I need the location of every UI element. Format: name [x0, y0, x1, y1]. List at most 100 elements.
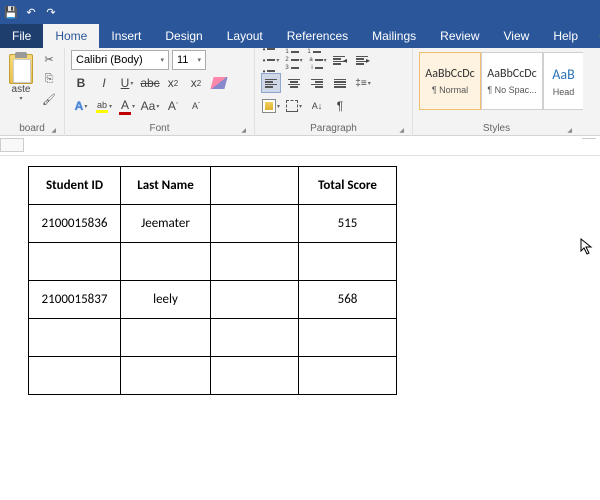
align-center-button[interactable]: [284, 73, 304, 93]
tab-insert[interactable]: Insert: [99, 24, 153, 48]
superscript-button[interactable]: x2: [186, 73, 206, 93]
underline-button[interactable]: U: [117, 73, 137, 93]
ribbon-tabs: File Home Insert Design Layout Reference…: [0, 24, 600, 48]
table-row[interactable]: 2100015836 Jeemater 515: [29, 205, 397, 243]
cell[interactable]: 2100015836: [29, 205, 121, 243]
table-header-row[interactable]: Student ID Last Name Total Score: [29, 167, 397, 205]
tell-me-icon[interactable]: 💡: [596, 31, 600, 48]
style-heading1[interactable]: AaB Head: [543, 52, 583, 110]
style-no-spacing[interactable]: AaBbCcDc ¶ No Spac...: [481, 52, 543, 110]
font-size-value: 11: [177, 54, 188, 66]
table-row[interactable]: 2100015837 leely 568: [29, 281, 397, 319]
cell[interactable]: [211, 319, 299, 357]
cell[interactable]: [29, 357, 121, 395]
ruler[interactable]: [0, 136, 600, 156]
numbering-button[interactable]: 123: [284, 50, 304, 70]
header-total-score[interactable]: Total Score: [299, 167, 397, 205]
style-preview: AaBbCcDc: [487, 67, 536, 81]
table-row[interactable]: [29, 357, 397, 395]
paint-bucket-icon: [262, 99, 276, 113]
format-painter-button[interactable]: 🖌: [40, 90, 58, 108]
tab-mailings[interactable]: Mailings: [360, 24, 428, 48]
italic-button[interactable]: I: [94, 73, 114, 93]
decrease-indent-button[interactable]: ◂: [330, 50, 350, 70]
cell[interactable]: [299, 319, 397, 357]
tab-help[interactable]: Help: [541, 24, 590, 48]
multilevel-list-button[interactable]: 1ai: [307, 50, 327, 70]
cell[interactable]: [29, 319, 121, 357]
header-last-name[interactable]: Last Name: [121, 167, 211, 205]
cell[interactable]: [121, 319, 211, 357]
table-row[interactable]: [29, 319, 397, 357]
font-name-combo[interactable]: Calibri (Body)▾: [71, 50, 169, 70]
cell[interactable]: 2100015837: [29, 281, 121, 319]
paste-icon: [9, 54, 33, 84]
paste-label: aste: [12, 84, 31, 95]
line-spacing-button[interactable]: ‡≡: [353, 73, 373, 93]
table-row[interactable]: [29, 243, 397, 281]
cell[interactable]: [211, 281, 299, 319]
cell[interactable]: leely: [121, 281, 211, 319]
undo-icon[interactable]: ↶: [24, 5, 38, 19]
text-effects-button[interactable]: A: [71, 96, 91, 116]
increase-indent-button[interactable]: ▸: [353, 50, 373, 70]
style-name-label: ¶ No Spac...: [487, 85, 536, 95]
align-left-button[interactable]: [261, 73, 281, 93]
group-label-clipboard: board: [6, 121, 58, 136]
shading-button[interactable]: [261, 96, 281, 116]
cell[interactable]: [29, 243, 121, 281]
group-paragraph: 123 1ai ◂ ▸ ‡≡ A↓ ¶ Paragraph: [255, 48, 413, 136]
style-preview: AaB: [552, 66, 574, 83]
align-right-button[interactable]: [307, 73, 327, 93]
header-blank[interactable]: [211, 167, 299, 205]
clear-formatting-button[interactable]: [209, 73, 229, 93]
group-label-paragraph: Paragraph: [261, 121, 406, 136]
sort-button[interactable]: A↓: [307, 96, 327, 116]
header-student-id[interactable]: Student ID: [29, 167, 121, 205]
font-color-button[interactable]: A: [117, 96, 137, 116]
style-name-label: ¶ Normal: [432, 85, 468, 95]
highlight-button[interactable]: ab: [94, 96, 114, 116]
grow-font-button[interactable]: Aˆ: [163, 96, 183, 116]
subscript-button[interactable]: x2: [163, 73, 183, 93]
bold-button[interactable]: B: [71, 73, 91, 93]
style-preview: AaBbCcDc: [425, 67, 474, 81]
cell[interactable]: 515: [299, 205, 397, 243]
bullets-button[interactable]: [261, 50, 281, 70]
redo-icon[interactable]: ↷: [44, 5, 58, 19]
change-case-button[interactable]: Aa: [140, 96, 160, 116]
tab-design[interactable]: Design: [153, 24, 214, 48]
show-hide-button[interactable]: ¶: [330, 96, 350, 116]
tab-home[interactable]: Home: [43, 24, 99, 48]
cell[interactable]: [211, 357, 299, 395]
tab-selector[interactable]: [0, 138, 24, 152]
cell[interactable]: [121, 243, 211, 281]
cell[interactable]: [299, 357, 397, 395]
cell[interactable]: [299, 243, 397, 281]
quick-access-toolbar: 💾 ↶ ↷: [0, 0, 600, 24]
eraser-icon: [210, 77, 227, 89]
tab-references[interactable]: References: [275, 24, 360, 48]
shrink-font-button[interactable]: Aˇ: [186, 96, 206, 116]
cut-button[interactable]: ✂: [40, 50, 58, 68]
paste-button[interactable]: aste ▾: [6, 50, 36, 121]
save-icon[interactable]: 💾: [4, 5, 18, 19]
cell[interactable]: [121, 357, 211, 395]
tab-view[interactable]: View: [492, 24, 542, 48]
document-table[interactable]: Student ID Last Name Total Score 2100015…: [28, 166, 397, 395]
justify-button[interactable]: [330, 73, 350, 93]
strikethrough-button[interactable]: abc: [140, 73, 160, 93]
borders-button[interactable]: [284, 96, 304, 116]
cell[interactable]: Jeemater: [121, 205, 211, 243]
group-label-font: Font: [71, 121, 248, 136]
font-size-combo[interactable]: 11▾: [172, 50, 206, 70]
copy-button[interactable]: ⎘: [40, 70, 58, 88]
cell[interactable]: [211, 243, 299, 281]
document-area[interactable]: Student ID Last Name Total Score 2100015…: [0, 156, 600, 395]
cell[interactable]: [211, 205, 299, 243]
tab-review[interactable]: Review: [428, 24, 491, 48]
style-normal[interactable]: AaBbCcDc ¶ Normal: [419, 52, 481, 110]
styles-gallery[interactable]: AaBbCcDc ¶ Normal AaBbCcDc ¶ No Spac... …: [419, 52, 594, 110]
tab-file[interactable]: File: [0, 24, 43, 48]
cell[interactable]: 568: [299, 281, 397, 319]
